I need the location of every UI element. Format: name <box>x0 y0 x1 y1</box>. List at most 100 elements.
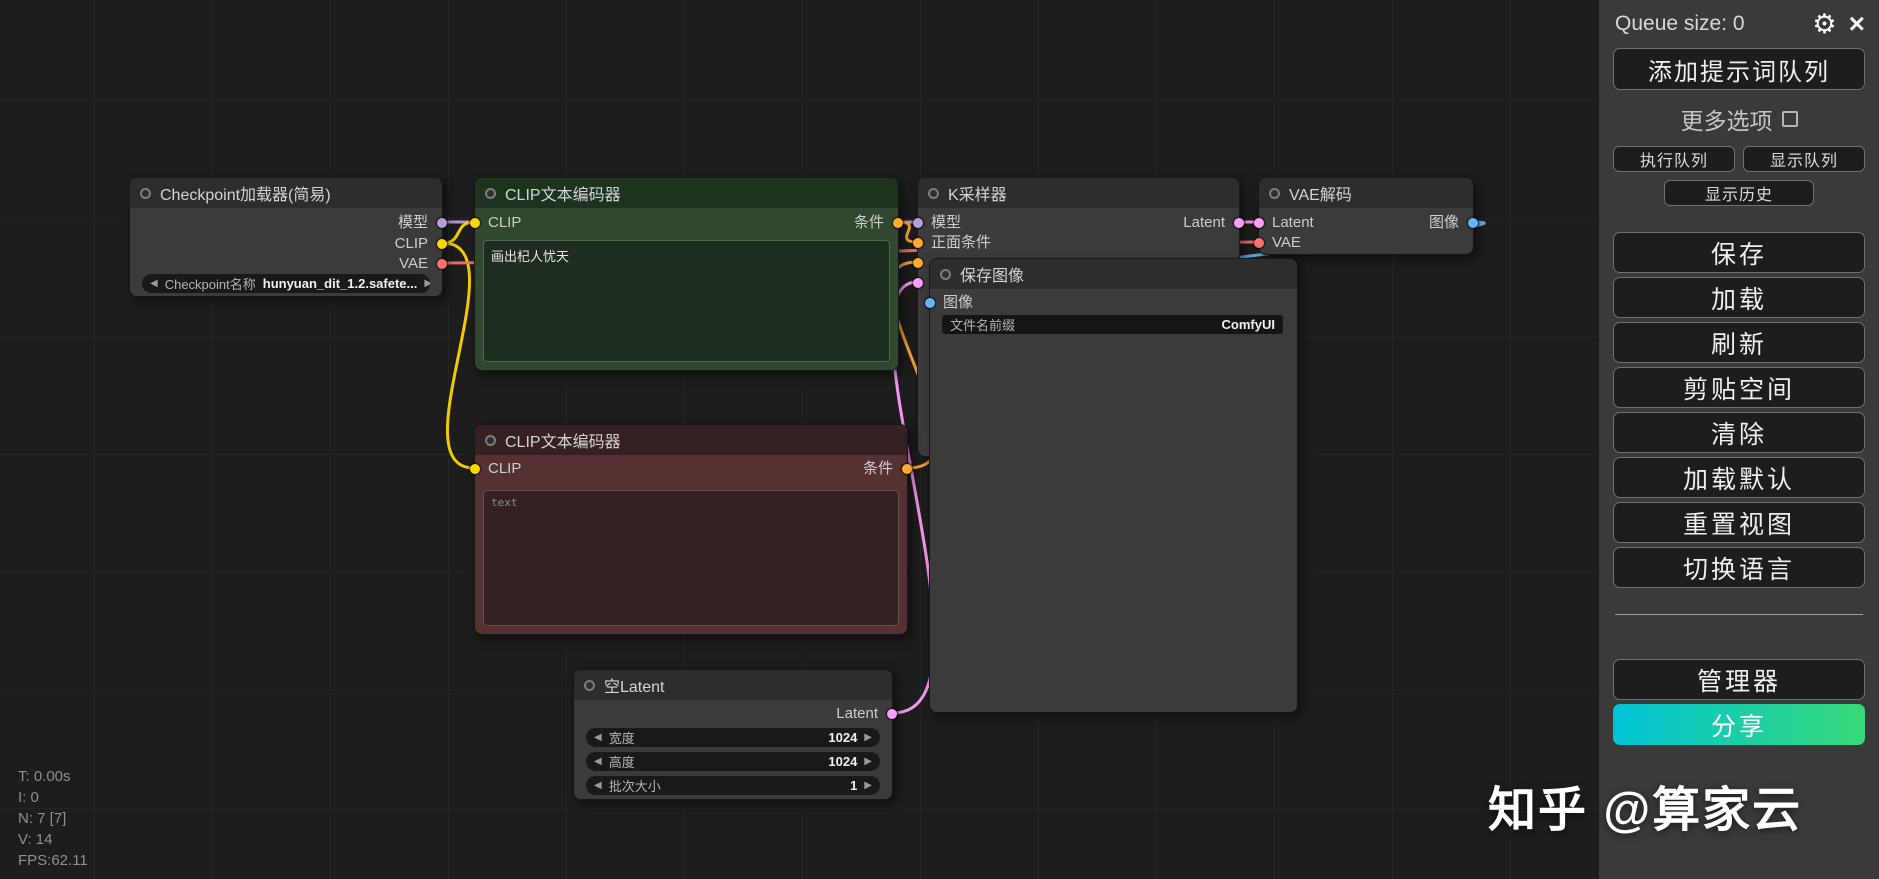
node-titlebar[interactable]: 保存图像 <box>930 259 1297 289</box>
manager-button[interactable]: 管理器 <box>1613 659 1865 700</box>
clip-output-pin[interactable] <box>437 239 447 249</box>
widget-value: 1024 <box>828 730 858 745</box>
settings-gear-icon[interactable]: ⚙ <box>1812 10 1836 38</box>
prev-value-icon[interactable]: ◀ <box>150 278 158 289</box>
hud-version: V: 14 <box>18 831 53 848</box>
prev-value-icon[interactable]: ◀ <box>594 756 602 767</box>
load-button[interactable]: 加载 <box>1613 277 1865 318</box>
node-empty-latent[interactable]: 空Latent Latent ◀ 宽度 1024 ▶ ◀ 高度 1024 ▶ ◀… <box>573 669 897 800</box>
widget-value: ComfyUI <box>1221 317 1275 332</box>
width-widget[interactable]: ◀ 宽度 1024 ▶ <box>586 728 880 747</box>
height-widget[interactable]: ◀ 高度 1024 ▶ <box>586 752 880 771</box>
node-title-text: 空Latent <box>604 679 665 696</box>
view-queue-button[interactable]: 显示队列 <box>1743 146 1865 172</box>
save-button[interactable]: 保存 <box>1613 232 1865 273</box>
node-titlebar[interactable]: CLIP文本编码器 <box>475 425 907 455</box>
input-slot-latent: Latent <box>1272 214 1314 231</box>
extra-options-label: 更多选项 <box>1680 108 1773 134</box>
conditioning-output-pin[interactable] <box>893 218 903 228</box>
switch-language-button[interactable]: 切换语言 <box>1613 547 1865 588</box>
performance-hud: T: 0.00s I: 0 N: 7 [7] V: 14 FPS:62.11 <box>18 766 88 871</box>
node-status-dot[interactable] <box>485 187 496 199</box>
conditioning-output-pin[interactable] <box>902 464 912 474</box>
latent-input-pin[interactable] <box>1254 218 1264 228</box>
widget-label: 文件名前缀 <box>950 318 1016 333</box>
output-slot-clip: CLIP <box>394 235 428 252</box>
clear-button[interactable]: 清除 <box>1613 412 1865 453</box>
output-slot-image: 图像 <box>1428 214 1459 231</box>
node-titlebar[interactable]: CLIP文本编码器 <box>475 178 898 208</box>
node-clip-text-encode-negative[interactable]: CLIP文本编码器 CLIP 条件 text <box>470 424 912 635</box>
output-slot-latent: Latent <box>836 705 878 722</box>
node-status-dot[interactable] <box>1269 187 1280 199</box>
next-value-icon[interactable]: ▶ <box>864 756 872 767</box>
hud-iterations: I: 0 <box>18 789 39 806</box>
widget-label: 高度 <box>608 755 635 770</box>
comfyui-menu-panel: Queue size: 0 ⚙ × 添加提示词队列 更多选项 执行队列 显示队列… <box>1599 0 1879 879</box>
checkpoint-name-widget[interactable]: ◀ Checkpoint名称 hunyuan_dit_1.2.safete...… <box>142 274 430 293</box>
reset-view-button[interactable]: 重置视图 <box>1613 502 1865 543</box>
widget-label: 宽度 <box>608 731 635 746</box>
wire-clip-positive <box>441 220 476 245</box>
next-value-icon[interactable]: ▶ <box>864 732 872 743</box>
node-title-text: CLIP文本编码器 <box>505 434 621 451</box>
latent-output-pin[interactable] <box>887 709 897 719</box>
node-title-text: CLIP文本编码器 <box>505 187 621 204</box>
view-history-button[interactable]: 显示历史 <box>1664 180 1814 206</box>
prev-value-icon[interactable]: ◀ <box>594 780 602 791</box>
latent-input-pin[interactable] <box>913 278 923 288</box>
prev-value-icon[interactable]: ◀ <box>594 732 602 743</box>
node-status-dot[interactable] <box>584 679 595 691</box>
node-checkpoint-loader[interactable]: Checkpoint加载器(简易) 模型 CLIP VAE ◀ Checkpoi… <box>129 177 447 297</box>
positive-input-pin[interactable] <box>913 238 923 248</box>
next-value-icon[interactable]: ▶ <box>864 780 872 791</box>
widget-label: Checkpoint名称 <box>164 277 256 292</box>
queue-front-button[interactable]: 执行队列 <box>1613 146 1735 172</box>
node-titlebar[interactable]: VAE解码 <box>1259 178 1473 208</box>
node-status-dot[interactable] <box>485 434 496 446</box>
prompt-textarea[interactable]: text <box>483 490 899 626</box>
widget-value: hunyuan_dit_1.2.safete... <box>262 276 418 291</box>
node-save-image[interactable]: 保存图像 图像 文件名前缀 ComfyUI <box>925 258 1298 713</box>
input-slot-vae: VAE <box>1272 234 1301 251</box>
menu-header: Queue size: 0 ⚙ × <box>1599 0 1879 40</box>
widget-value: 1 <box>850 778 858 793</box>
image-output-pin[interactable] <box>1468 218 1478 228</box>
close-icon[interactable]: × <box>1849 10 1865 38</box>
output-slot-conditioning: 条件 <box>862 460 893 477</box>
load-default-button[interactable]: 加载默认 <box>1613 457 1865 498</box>
node-status-dot[interactable] <box>140 187 151 199</box>
node-titlebar[interactable]: Checkpoint加载器(简易) <box>130 178 442 208</box>
node-vae-decode[interactable]: VAE解码 Latent VAE 图像 <box>1254 177 1478 255</box>
next-value-icon[interactable]: ▶ <box>424 278 430 289</box>
model-input-pin[interactable] <box>913 218 923 228</box>
filename-prefix-widget[interactable]: 文件名前缀 ComfyUI <box>942 315 1283 334</box>
node-title-text: 保存图像 <box>960 268 1025 285</box>
model-output-pin[interactable] <box>437 218 447 228</box>
node-status-dot[interactable] <box>928 187 939 199</box>
image-input-pin[interactable] <box>925 298 935 308</box>
batch-size-widget[interactable]: ◀ 批次大小 1 ▶ <box>586 776 880 795</box>
node-titlebar[interactable]: K采样器 <box>918 178 1239 208</box>
clip-input-pin[interactable] <box>470 464 480 474</box>
vae-input-pin[interactable] <box>1254 238 1264 248</box>
output-slot-model: 模型 <box>397 214 428 231</box>
node-title-text: Checkpoint加载器(简易) <box>160 187 331 204</box>
negative-input-pin[interactable] <box>913 258 923 268</box>
latent-output-pin[interactable] <box>1234 218 1244 228</box>
prompt-textarea[interactable]: 画出杞人忧天 <box>483 240 890 362</box>
queue-prompt-button[interactable]: 添加提示词队列 <box>1613 48 1865 90</box>
node-titlebar[interactable]: 空Latent <box>574 670 892 700</box>
queue-size-label: Queue size: 0 <box>1615 12 1745 35</box>
refresh-button[interactable]: 刷新 <box>1613 322 1865 363</box>
clip-input-pin[interactable] <box>470 218 480 228</box>
node-title-text: VAE解码 <box>1289 187 1352 204</box>
input-slot-image: 图像 <box>943 294 974 311</box>
comfyui-graph-canvas[interactable]: K采样器 模型 正面条件 Latent Checkpoint加载器(简易) 模型… <box>0 0 1879 879</box>
extra-options-checkbox[interactable] <box>1781 111 1798 127</box>
vae-output-pin[interactable] <box>437 259 447 269</box>
node-status-dot[interactable] <box>940 268 951 280</box>
clipspace-button[interactable]: 剪贴空间 <box>1613 367 1865 408</box>
share-button[interactable]: 分享 <box>1613 704 1865 745</box>
node-clip-text-encode-positive[interactable]: CLIP文本编码器 CLIP 条件 画出杞人忧天 <box>470 177 903 371</box>
